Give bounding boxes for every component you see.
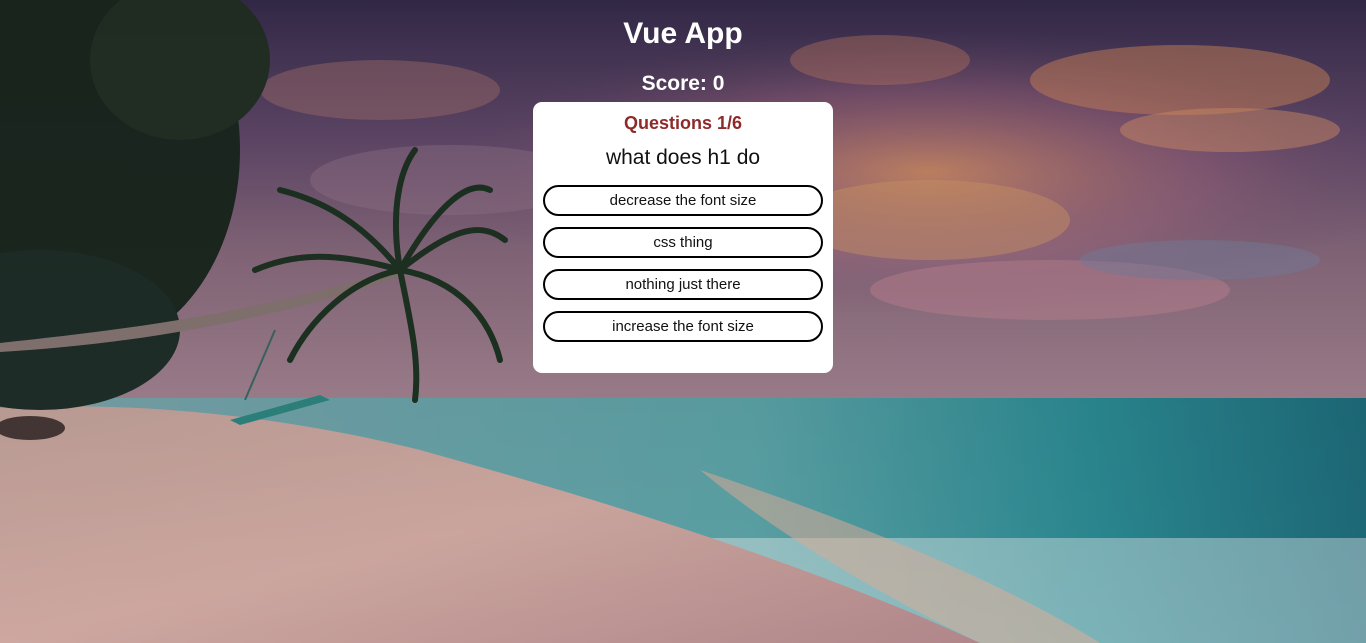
score-label: Score: 0: [641, 72, 725, 95]
question-card: Questions 1/6 what does h1 do decrease t…: [533, 102, 833, 373]
question-progress: Questions 1/6: [623, 113, 743, 133]
answer-option-decrease-font-size[interactable]: decrease the font size: [543, 185, 823, 216]
answer-option-css-thing[interactable]: css thing: [543, 227, 823, 258]
answer-options: decrease the font size css thing nothing…: [543, 185, 823, 353]
app-title: Vue App: [623, 17, 743, 50]
answer-option-increase-font-size[interactable]: increase the font size: [543, 311, 823, 342]
answer-option-nothing-just-there[interactable]: nothing just there: [543, 269, 823, 300]
quiz-app: Vue App Score: 0 Questions 1/6 what does…: [0, 0, 1366, 643]
question-text: what does h1 do: [605, 146, 761, 169]
